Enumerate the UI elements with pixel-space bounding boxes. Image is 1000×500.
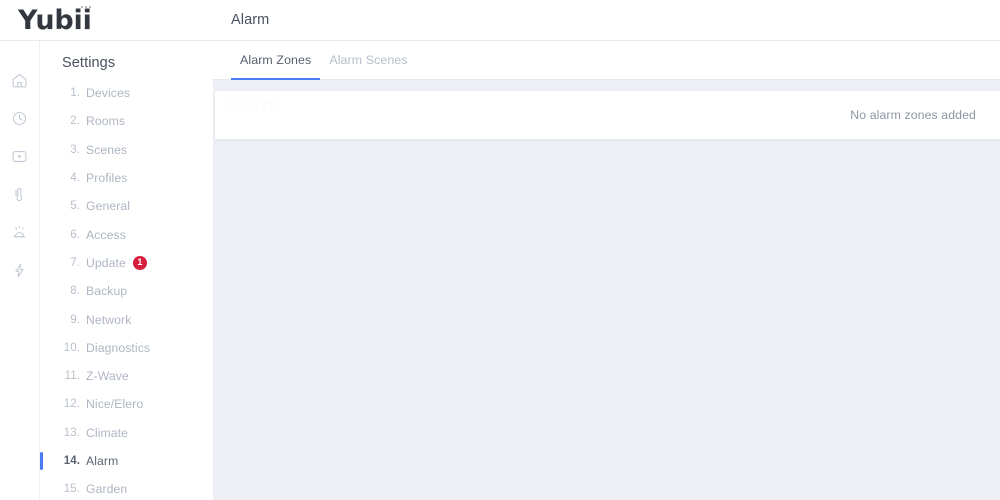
three-dots-icon [80,5,96,12]
alarm-zones-card: Alarm No alarm zones added [215,91,1000,139]
item-label: Z-Wave [86,369,129,384]
rail-item-alarm[interactable] [0,213,40,251]
settings-nav-list: 1. Devices 2. Rooms 3. Scenes 4. Profile… [40,79,213,500]
sidebar-item-garden[interactable]: 15. Garden [40,475,213,500]
item-label: Nice/Elero [86,397,144,412]
sidebar-item-nice-elero[interactable]: 12. Nice/Elero [40,390,213,418]
main-header: Alarm [213,0,1000,41]
rail-item-scenes[interactable] [0,137,40,175]
item-label: Alarm [86,454,119,468]
history-clock-icon [11,110,28,127]
item-number: 3. [70,143,80,156]
item-label: Devices [86,86,131,101]
item-label: Diagnostics [86,340,151,355]
page-title: Alarm [231,12,270,28]
rail-item-energy[interactable] [0,251,40,289]
left-sidebar: Yubii Settings 1. Devices 2. Rooms 3. Sc… [0,0,213,500]
scenes-play-icon [11,148,28,165]
status-badge: 1 [132,255,147,270]
sidebar-item-network[interactable]: 9. Network [40,305,213,333]
rail-item-history[interactable] [0,99,40,137]
sidebar-item-backup[interactable]: 8. Backup [40,277,213,305]
brand-logo[interactable]: Yubii [18,5,92,34]
sidebar-item-scenes[interactable]: 3. Scenes [40,136,213,164]
item-number: 2. [70,115,80,128]
sidebar-item-devices[interactable]: 1. Devices [40,79,213,107]
item-label: Profiles [86,171,128,186]
item-label: Backup [86,284,128,299]
sidebar-item-alarm[interactable]: 14. Alarm [40,447,213,475]
sidebar-item-rooms[interactable]: 2. Rooms [40,107,213,135]
sidebar-body: Settings 1. Devices 2. Rooms 3. Scenes 4… [0,41,213,500]
climate-thermometer-icon [11,186,28,203]
tab-label: Alarm Zones [240,53,312,67]
item-number: 6. [70,228,80,241]
tab-bar: Alarm Zones Alarm Scenes [213,41,1000,80]
item-number: 15. [63,483,80,496]
item-number: 9. [70,313,80,326]
item-number: 11. [64,370,80,383]
item-number: 7. [70,256,80,269]
main-content: Alarm Alarm Zones Alarm Scenes Alarm No … [213,0,1000,500]
energy-bolt-icon [11,262,28,279]
sidebar-item-update[interactable]: 7. Update 1 [40,249,213,277]
rail-item-home[interactable] [0,61,40,99]
brand-bar: Yubii [0,0,213,41]
card-watermark: Alarm [223,95,280,117]
item-label: Rooms [86,114,126,129]
sidebar-item-general[interactable]: 5. General [40,192,213,220]
tab-label: Alarm Scenes [329,53,408,67]
item-number: 1. [70,87,80,100]
item-label: Access [86,227,126,242]
empty-state-message: No alarm zones added [850,108,976,122]
item-number: 13. [63,426,80,439]
sidebar-item-zwave[interactable]: 11. Z-Wave [40,362,213,390]
item-label: Network [86,312,132,327]
item-label: Garden [86,482,128,497]
item-label: General [86,199,131,214]
item-number: 12. [63,398,80,411]
sidebar-item-climate[interactable]: 13. Climate [40,419,213,447]
sidebar-item-access[interactable]: 6. Access [40,220,213,248]
item-number: 8. [70,285,80,298]
tab-alarm-zones[interactable]: Alarm Zones [231,41,321,80]
item-number: 5. [70,200,80,213]
icon-rail [0,41,40,500]
alarm-siren-icon [11,224,28,241]
item-label: Update [86,255,126,270]
main-body: Alarm No alarm zones added [213,80,1000,500]
item-label: Climate [86,425,129,440]
rail-item-climate[interactable] [0,175,40,213]
item-number: 14. [63,455,80,467]
sidebar-item-profiles[interactable]: 4. Profiles [40,164,213,192]
item-label: Scenes [86,142,128,157]
item-number: 10. [63,341,80,354]
app-window: Yubii Settings 1. Devices 2. Rooms 3. Sc… [0,0,1000,500]
home-icon [11,72,28,89]
tab-alarm-scenes[interactable]: Alarm Scenes [320,41,416,79]
item-number: 4. [70,172,80,185]
sidebar-item-diagnostics[interactable]: 10. Diagnostics [40,334,213,362]
settings-panel: Settings 1. Devices 2. Rooms 3. Scenes 4… [40,41,213,500]
settings-title: Settings [62,55,116,71]
